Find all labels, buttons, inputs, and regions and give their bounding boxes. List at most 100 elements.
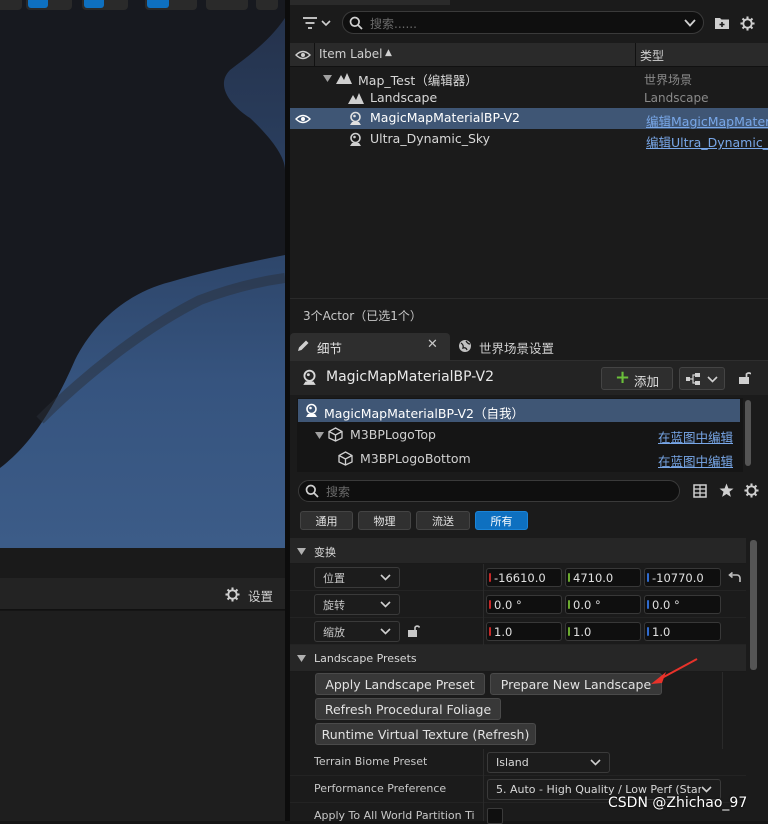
expand-arrow-icon[interactable]	[323, 75, 332, 82]
property-row-location: 位置 -16610.0 4710.0 -10770.0	[290, 564, 746, 591]
blueprint-actor-icon	[303, 369, 316, 385]
terrain-biome-dropdown[interactable]: Island	[487, 752, 610, 773]
bottom-panel	[0, 611, 285, 821]
filter-streaming[interactable]: 流送	[416, 511, 470, 530]
outliner-header: Item Label ▲ 类型	[290, 43, 768, 67]
col-item-label[interactable]: Item Label	[319, 47, 383, 61]
viewport-toolbar-icon[interactable]	[0, 0, 22, 10]
tree-scrollbar[interactable]	[745, 400, 751, 466]
outliner-status-bar: 3个Actor（已选1个）	[290, 298, 768, 330]
watermark: CSDN @Zhichao_97	[608, 795, 748, 811]
world-partition-checkbox[interactable]	[487, 808, 503, 824]
component-row-self[interactable]: MagicMapMaterialBP-V2（自我）	[298, 399, 740, 422]
outliner-row-landscape[interactable]: Landscape Landscape	[290, 88, 768, 108]
collapse-arrow-icon	[297, 548, 306, 555]
rotation-x-field[interactable]: 0.0 °	[486, 595, 562, 614]
rotation-y-field[interactable]: 0.0 °	[565, 595, 641, 614]
chevron-down-icon[interactable]	[684, 18, 696, 28]
scale-z-field[interactable]: 1.0	[644, 622, 721, 641]
tab-details-label: 细节	[317, 341, 343, 356]
row-type: Landscape	[644, 91, 709, 105]
outliner-row-map[interactable]: Map_Test（编辑器） 世界场景	[290, 68, 768, 88]
level-viewport[interactable]	[0, 0, 285, 548]
apply-landscape-preset-button[interactable]: Apply Landscape Preset	[315, 673, 485, 695]
property-matrix-icon[interactable]	[693, 484, 707, 498]
location-y-field[interactable]: 4710.0	[565, 568, 641, 587]
filter-button[interactable]	[298, 13, 334, 33]
location-mode-dropdown[interactable]: 位置	[314, 567, 400, 588]
scale-y-field[interactable]: 1.0	[565, 622, 641, 641]
scale-snap-toggle[interactable]	[145, 0, 197, 10]
edit-blueprint-link[interactable]: 编辑MagicMapMaterialBP-V2	[646, 111, 768, 130]
rotation-mode-dropdown[interactable]: 旋转	[314, 594, 400, 615]
rotation-snap-toggle[interactable]	[82, 0, 128, 10]
tab-details[interactable]: 细节 ✕	[290, 333, 450, 360]
details-settings-icon[interactable]	[744, 483, 759, 498]
edit-in-blueprint-link[interactable]: 在蓝图中编辑	[658, 451, 733, 470]
scale-mode-dropdown[interactable]: 缩放	[314, 621, 400, 642]
star-icon[interactable]	[719, 483, 734, 498]
actor-count-status: 3个Actor（已选1个）	[303, 309, 422, 323]
property-row-biome: Terrain Biome Preset Island	[290, 749, 746, 776]
tab-world-settings[interactable]: 世界场景设置	[451, 333, 601, 360]
row-label: Ultra_Dynamic_Sky	[370, 131, 491, 146]
lock-open-icon[interactable]	[737, 370, 751, 385]
grid-snap-toggle[interactable]	[26, 0, 72, 10]
filter-all[interactable]: 所有	[475, 511, 528, 530]
outliner-search-input[interactable]: 搜索......	[342, 11, 704, 34]
outliner-row-selected[interactable]: MagicMapMaterialBP-V2 编辑MagicMapMaterial…	[290, 108, 768, 129]
settings-label[interactable]: 设置	[248, 586, 273, 605]
edit-blueprint-link[interactable]: 编辑Ultra_Dynamic_Sky	[646, 132, 768, 151]
filter-physics[interactable]: 物理	[358, 511, 411, 530]
expand-arrow-icon[interactable]	[315, 432, 324, 439]
rotation-z-field[interactable]: 0.0 °	[644, 595, 721, 614]
outliner-tab-strip	[290, 0, 450, 5]
outliner-settings-icon[interactable]	[737, 14, 757, 32]
viewport-gap	[0, 548, 285, 578]
visibility-eye-icon[interactable]	[295, 114, 311, 124]
camera-speed-button[interactable]	[206, 0, 248, 10]
details-scrollbar[interactable]	[750, 540, 757, 670]
biome-label: Terrain Biome Preset	[314, 755, 428, 768]
search-placeholder: 搜索......	[370, 17, 417, 31]
add-folder-icon[interactable]	[712, 14, 732, 32]
outliner-row-sky[interactable]: Ultra_Dynamic_Sky 编辑Ultra_Dynamic_Sky	[290, 129, 768, 151]
collapse-arrow-icon	[297, 655, 306, 662]
chevron-down-icon	[380, 601, 391, 608]
scale-x-field[interactable]: 1.0	[486, 622, 562, 641]
component-label: M3BPLogoBottom	[360, 451, 471, 466]
filter-common[interactable]: 通用	[300, 511, 353, 530]
blueprint-actor-icon	[350, 111, 361, 125]
details-search-input[interactable]: 搜索	[298, 480, 680, 502]
location-x-field[interactable]: -16610.0	[486, 568, 562, 587]
search-icon	[349, 16, 363, 30]
pencil-icon	[298, 340, 309, 351]
edit-in-blueprint-link[interactable]: 在蓝图中编辑	[658, 427, 733, 446]
col-type[interactable]: 类型	[640, 47, 664, 64]
eye-icon[interactable]	[295, 50, 311, 60]
blueprint-options-dropdown[interactable]	[679, 367, 725, 390]
bottom-toolbar: 设置	[0, 578, 285, 610]
add-component-button[interactable]: + 添加	[601, 367, 673, 390]
annotation-arrow	[651, 658, 698, 684]
chevron-down-icon	[707, 376, 718, 383]
layout-button[interactable]	[256, 0, 278, 10]
row-label: Map_Test（编辑器）	[358, 73, 478, 88]
property-row-rotation: 旋转 0.0 ° 0.0 ° 0.0 °	[290, 591, 746, 618]
refresh-procedural-foliage-button[interactable]: Refresh Procedural Foliage	[315, 698, 501, 720]
terrain-render	[0, 0, 285, 468]
chevron-down-icon	[380, 574, 391, 581]
close-tab-icon[interactable]: ✕	[427, 337, 438, 352]
category-transform[interactable]: 变换	[290, 538, 746, 564]
gear-icon[interactable]	[222, 584, 242, 604]
component-row-logobottom[interactable]: M3BPLogoBottom 在蓝图中编辑	[298, 448, 740, 470]
location-z-field[interactable]: -10770.0	[644, 568, 721, 587]
landscape-icon	[348, 93, 364, 104]
reset-arrow-icon[interactable]	[728, 572, 741, 583]
actor-name[interactable]: MagicMapMaterialBP-V2	[326, 369, 494, 385]
lock-open-icon[interactable]	[407, 624, 420, 638]
sort-asc-icon: ▲	[385, 48, 392, 58]
runtime-virtual-texture-refresh-button[interactable]: Runtime Virtual Texture (Refresh)	[315, 723, 536, 745]
component-row-logotop[interactable]: M3BPLogoTop 在蓝图中编辑	[298, 424, 740, 446]
prepare-new-landscape-button[interactable]: Prepare New Landscape	[490, 673, 662, 695]
